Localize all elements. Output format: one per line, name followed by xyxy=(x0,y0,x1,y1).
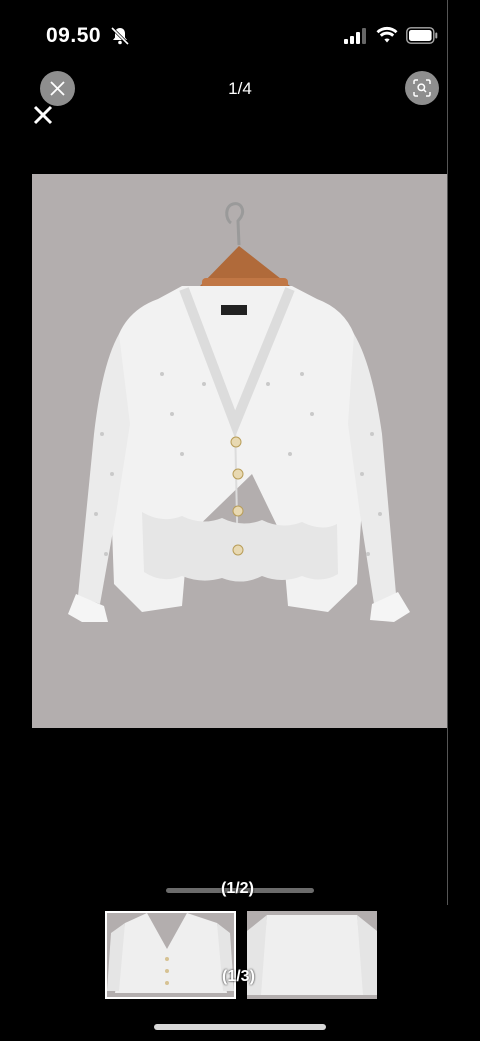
product-image[interactable] xyxy=(32,174,447,728)
status-time: 09.50 xyxy=(46,24,102,47)
thumbnail-counter-label: (1/3) xyxy=(222,968,255,985)
cardigan-illustration xyxy=(68,202,410,622)
thumbnail-2[interactable] xyxy=(247,911,377,999)
thumbnail-1[interactable] xyxy=(105,911,236,999)
screenshot-edge xyxy=(447,0,448,905)
visual-search-button[interactable] xyxy=(405,71,439,105)
wifi-icon xyxy=(376,26,398,43)
thumbnail-cardigan-image xyxy=(247,915,377,995)
home-indicator[interactable] xyxy=(154,1024,326,1030)
dismiss-icon[interactable] xyxy=(33,105,53,125)
visual-search-icon xyxy=(413,79,431,97)
bell-slash-icon xyxy=(110,26,130,46)
cellular-signal-icon xyxy=(344,28,366,44)
battery-icon xyxy=(406,27,438,44)
carousel-page-label: (1/2) xyxy=(221,880,254,897)
status-bar: 09.50 xyxy=(0,0,480,70)
thumbnail-cardigan-image xyxy=(107,913,234,993)
